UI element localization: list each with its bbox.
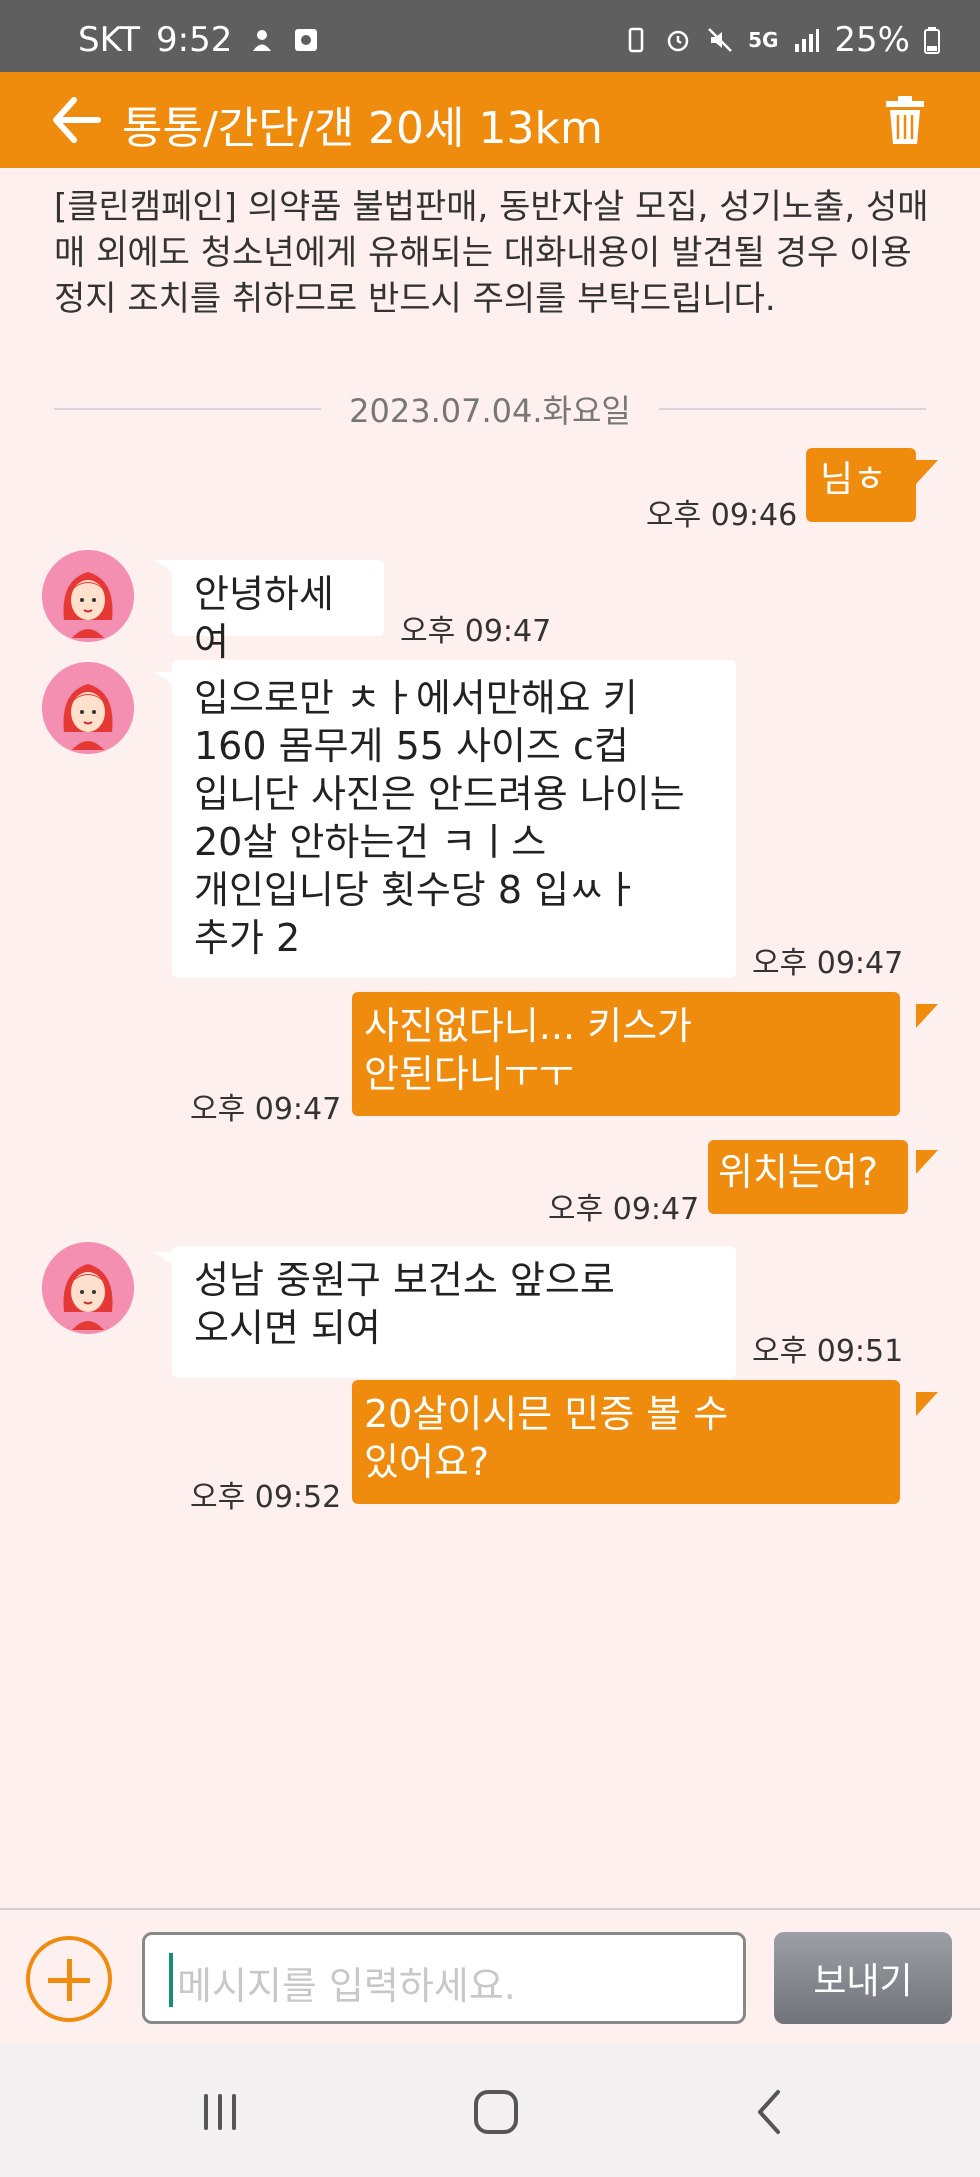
arrow-left-icon[interactable]: [48, 94, 104, 146]
bubble-tail: [916, 1150, 938, 1174]
avatar-illustration: [42, 1242, 134, 1334]
message-bubble-incoming[interactable]: 안녕하세여: [172, 560, 384, 664]
message-line: 사진없다니... 키스가: [364, 1004, 692, 1048]
status-left: SKT 9:52: [78, 20, 320, 60]
message-bubble-incoming[interactable]: 성남 중원구 보건소 앞으로 오시면 되여: [172, 1246, 736, 1378]
date-label: 2023.07.04.화요일: [349, 392, 631, 430]
message-input-bar: 메시지를 입력하세요. 보내기: [0, 1908, 980, 2046]
message-line: 20살이시믄 민증 볼 수: [364, 1392, 729, 1436]
message-line: 있어요?: [364, 1440, 490, 1484]
message-time: 오후 09:52: [190, 1480, 342, 1515]
carrier-label: SKT: [78, 20, 141, 60]
message-time: 오후 09:47: [752, 946, 904, 981]
chat-header: 통통/간단/갠 20세 13km: [0, 72, 980, 168]
clock: 9:52: [156, 20, 233, 60]
message-time: 오후 09:47: [190, 1092, 342, 1127]
send-button-label: 보내기: [813, 1961, 913, 2002]
divider-line-left: [54, 408, 322, 410]
message-line: 성남 중원구 보건소 앞으로: [194, 1258, 615, 1302]
battery-saver-icon: [628, 27, 644, 53]
message-line: 안된다니ㅜㅜ: [364, 1052, 574, 1096]
bubble-tail: [916, 460, 938, 484]
avatar-illustration: [42, 550, 134, 642]
message-line: 20살 안하는건 ㅋㅣ스: [194, 820, 547, 864]
avatar[interactable]: [42, 1242, 134, 1334]
alarm-icon: [667, 30, 689, 52]
message-line: 입으로만 ㅊㅏ에서만해요 키: [194, 676, 638, 720]
notification-icon: [253, 30, 272, 51]
avatar[interactable]: [42, 550, 134, 642]
message-time: 오후 09:47: [400, 614, 552, 649]
bubble-tail: [916, 1004, 938, 1028]
message-line: 추가 2: [194, 916, 301, 960]
bubble-tail: [154, 672, 174, 686]
message-bubble-incoming[interactable]: 입으로만 ㅊㅏ에서만해요 키 160 몸무게 55 사이즈 c컵 입니단 사진은…: [172, 660, 736, 978]
message-bubble-outgoing[interactable]: 님ㅎ: [806, 448, 916, 522]
avatar-illustration: [42, 662, 134, 754]
message-line: 개인입니당 횟수당 8 입ㅆㅏ: [194, 868, 639, 912]
battery-percent: 25%: [834, 20, 910, 60]
bubble-tail: [916, 1392, 938, 1416]
chat-title: 통통/간단/갠 20세 13km: [122, 103, 603, 154]
message-time: 오후 09:46: [646, 498, 798, 533]
message-time: 오후 09:47: [548, 1192, 700, 1227]
message-line: 오시면 되여: [194, 1306, 381, 1350]
message-time: 오후 09:51: [752, 1334, 904, 1369]
network-type: 5G: [748, 28, 779, 52]
clean-campaign-notice: [클린캠페인] 의약품 불법판매, 동반자살 모집, 성기노출, 성매매 외에도…: [54, 187, 929, 319]
message-text: 님ㅎ: [820, 459, 887, 500]
system-nav-bar: [0, 2044, 980, 2177]
trash-icon[interactable]: [884, 94, 926, 146]
message-bubble-outgoing[interactable]: 위치는여?: [708, 1140, 908, 1214]
input-placeholder: 메시지를 입력하세요.: [177, 1964, 516, 2008]
signal-icon: [795, 29, 820, 52]
text-cursor: [169, 1953, 173, 2007]
message-text: 위치는여?: [718, 1150, 879, 1194]
message-line: 입니단 사진은 안드려용 나이는: [194, 772, 685, 816]
divider-line-right: [658, 408, 926, 410]
battery-icon: [924, 27, 940, 54]
recents-icon[interactable]: [190, 2082, 250, 2142]
message-bubble-outgoing[interactable]: 사진없다니... 키스가 안된다니ㅜㅜ: [352, 992, 900, 1116]
plus-circle-icon[interactable]: [26, 1936, 112, 2022]
bubble-tail: [154, 1252, 174, 1266]
mute-icon: [708, 28, 732, 52]
message-text: 안녕하세여: [194, 572, 334, 664]
home-icon[interactable]: [466, 2082, 526, 2142]
message-input[interactable]: 메시지를 입력하세요.: [142, 1932, 746, 2024]
avatar[interactable]: [42, 662, 134, 754]
date-divider: 2023.07.04.화요일: [54, 384, 926, 434]
bubble-tail: [154, 560, 174, 574]
app-notification-icon: [295, 29, 318, 51]
message-bubble-outgoing[interactable]: 20살이시믄 민증 볼 수 있어요?: [352, 1380, 900, 1504]
status-bar: SKT 9:52 5G 25%: [0, 0, 980, 72]
status-right: 5G 25%: [622, 20, 940, 60]
send-button[interactable]: 보내기: [774, 1932, 952, 2024]
back-nav-icon[interactable]: [740, 2082, 800, 2142]
message-line: 160 몸무게 55 사이즈 c컵: [194, 724, 629, 768]
